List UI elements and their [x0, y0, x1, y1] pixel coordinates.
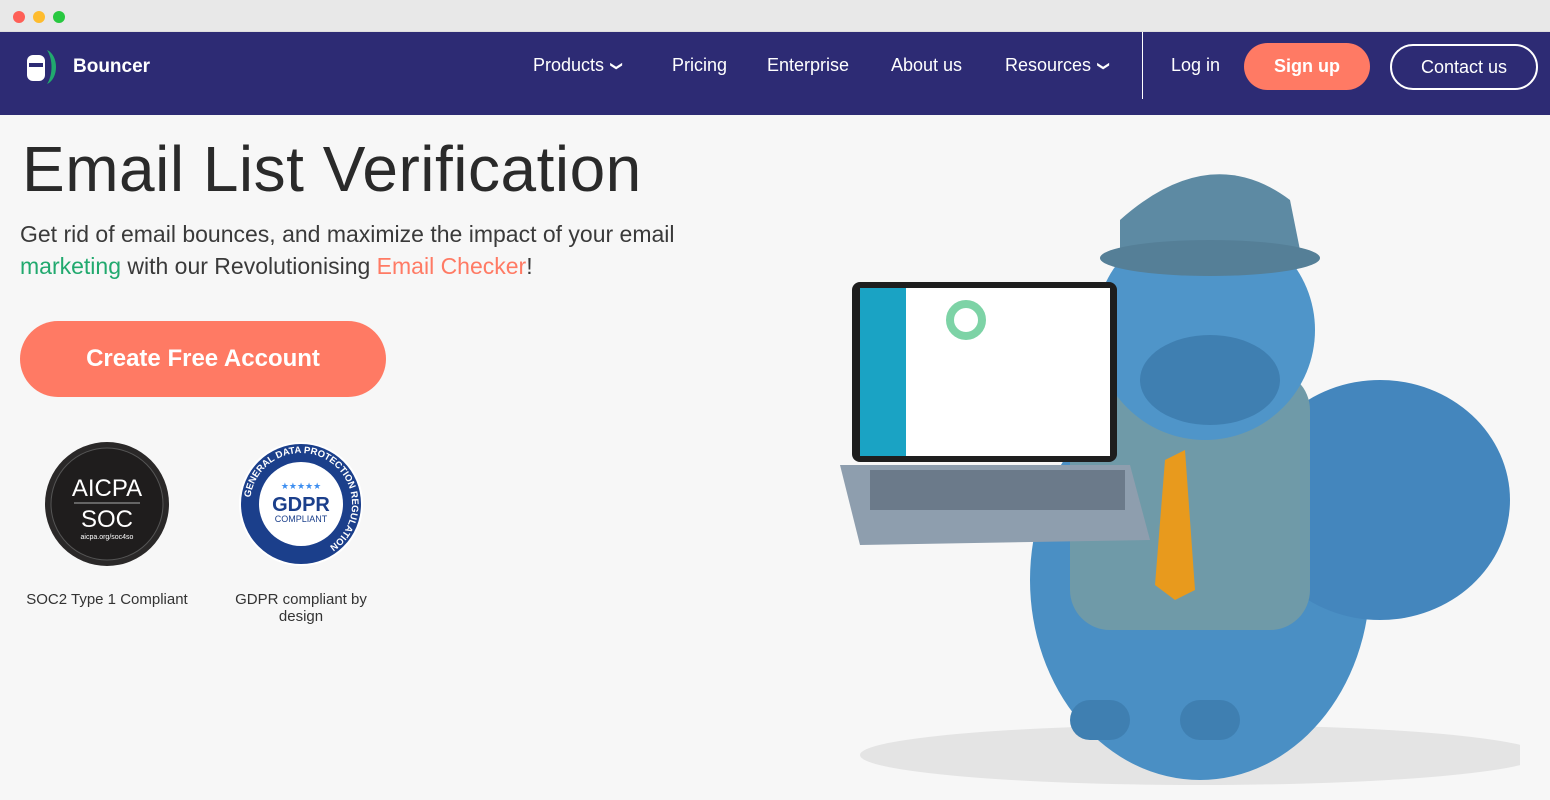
aicpa-text: AICPA — [72, 475, 142, 502]
brand-name: Bouncer — [73, 56, 151, 77]
nav-pricing[interactable]: Pricing — [672, 55, 727, 76]
login-label: Log in — [1171, 55, 1221, 75]
subtitle-highlight-green: marketing — [20, 253, 121, 279]
soc2-caption: SOC2 Type 1 Compliant — [26, 591, 188, 608]
subtitle-highlight-orange: Email Checker — [376, 253, 527, 279]
subtitle-text: Get rid of email bounces, and maximize t… — [20, 221, 675, 247]
chevron-down-icon: ❯ — [1097, 60, 1112, 71]
nav-label: About us — [891, 55, 963, 75]
chevron-down-icon: ❯ — [610, 60, 625, 71]
maximize-window-button[interactable] — [53, 11, 65, 23]
top-navigation: Bouncer Products ❯ Pricing Enterprise Abo… — [0, 32, 1550, 115]
compliant-text: COMPLIANT — [275, 514, 328, 524]
nav-label: Products — [533, 55, 605, 75]
contact-us-button[interactable]: Contact us — [1390, 44, 1538, 90]
minimize-window-button[interactable] — [33, 11, 45, 23]
subtitle-text: with our Revolutionising — [120, 253, 377, 279]
nav-label: Resources — [1005, 55, 1092, 75]
gdpr-caption: GDPR compliant by design — [235, 591, 367, 625]
nav-resources[interactable]: Resources ❯ — [1005, 55, 1112, 76]
signup-button[interactable]: Sign up — [1244, 43, 1370, 90]
create-free-account-button[interactable]: Create Free Account — [20, 321, 386, 397]
aicpa-soc-badge: AICPA SOC aicpa.org/soc4so — [45, 442, 169, 566]
login-link[interactable]: Log in — [1171, 55, 1220, 76]
nav-enterprise[interactable]: Enterprise — [767, 55, 849, 76]
bouncer-logo-icon — [27, 50, 56, 84]
gdpr-text: GDPR — [272, 494, 330, 516]
bouncer-logo[interactable]: Bouncer — [25, 49, 150, 85]
close-window-button[interactable] — [13, 11, 25, 23]
stars-icon: ★★★★★ — [281, 481, 321, 491]
gdpr-badge: GENERAL DATA PROTECTION REGULATION ★★★★★… — [239, 442, 363, 566]
aicpa-url: aicpa.org/soc4so — [81, 534, 134, 541]
nav-divider — [1142, 32, 1143, 99]
subtitle-text: ! — [526, 253, 533, 279]
nav-label: Enterprise — [767, 55, 850, 75]
hero-subtitle: Get rid of email bounces, and maximize t… — [20, 218, 720, 282]
nav-products[interactable]: Products ❯ — [533, 55, 625, 76]
browser-chrome — [0, 0, 1550, 32]
nav-about-us[interactable]: About us — [891, 55, 962, 76]
soc-text: SOC — [81, 506, 133, 533]
page-title: Email List Verification — [22, 133, 642, 205]
gorilla-mascot-with-laptop — [840, 174, 1520, 785]
nav-label: Pricing — [672, 55, 728, 75]
